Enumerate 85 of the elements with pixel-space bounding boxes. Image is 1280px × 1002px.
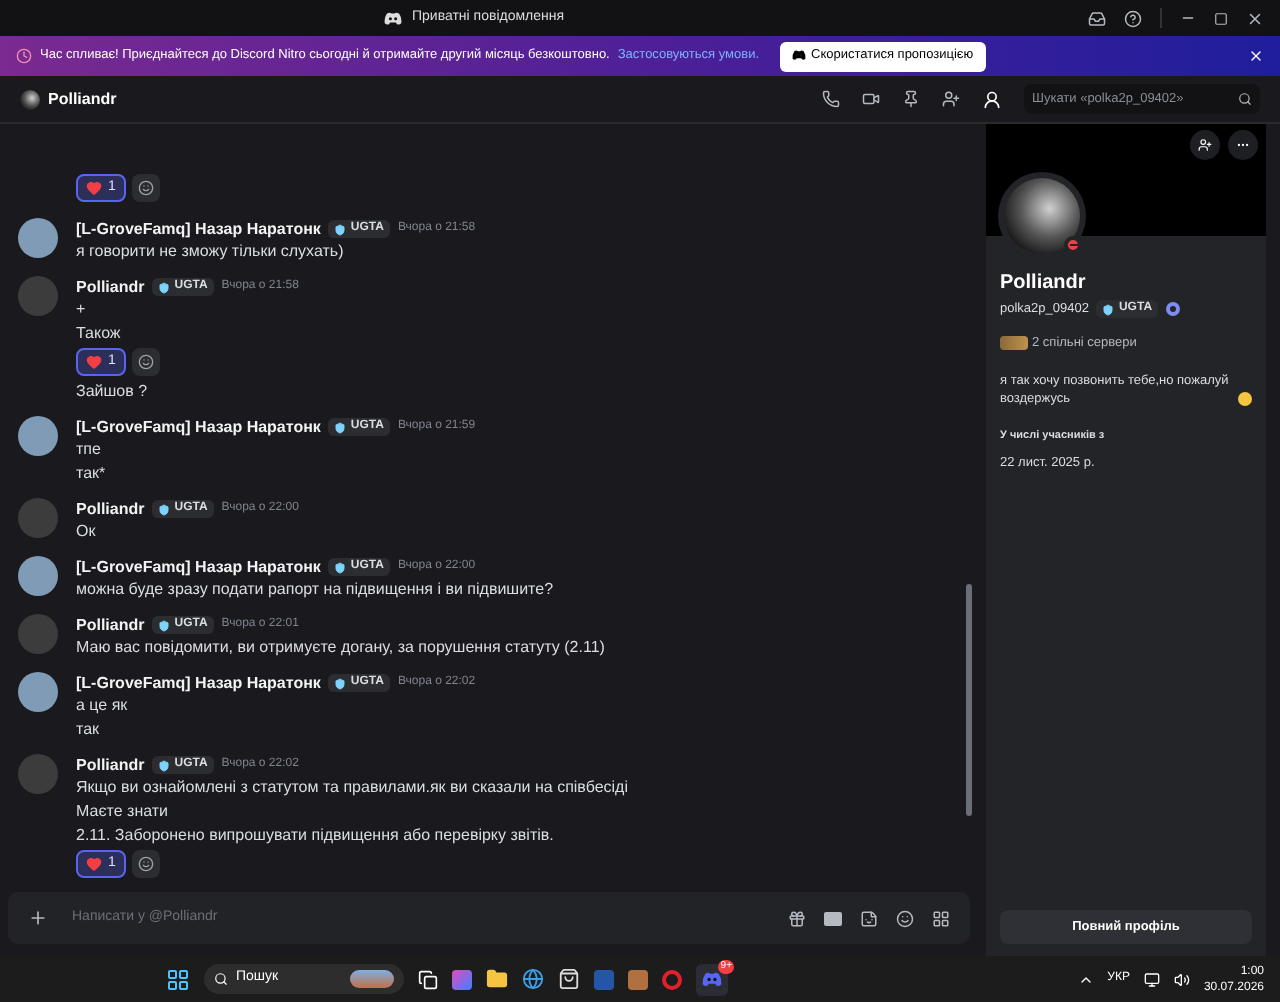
alarm-clock-icon xyxy=(16,48,32,64)
author-name[interactable]: Polliandr xyxy=(76,497,145,521)
landscape-picture xyxy=(350,970,394,988)
emoji-icon xyxy=(1238,391,1252,405)
author-name[interactable]: [L-GroveFamq] Назар Наратонк xyxy=(76,671,321,695)
heart-icon xyxy=(86,354,102,370)
phone-icon[interactable] xyxy=(822,90,840,108)
store-icon[interactable] xyxy=(558,968,580,990)
message-text: Зайшов ? xyxy=(76,380,150,402)
smiley-icon xyxy=(137,856,154,872)
smiley-icon[interactable] xyxy=(896,909,914,927)
add-user-icon xyxy=(1198,138,1212,152)
shield-icon xyxy=(334,561,347,573)
plus-icon[interactable] xyxy=(28,908,48,928)
message-text: а це як xyxy=(76,694,130,716)
message-text: Якщо ви ознайомлені з статутом та правилами.як ви сказали на співбесіді xyxy=(76,776,629,798)
channel-name: Polliandr xyxy=(48,87,117,111)
maximize-icon[interactable] xyxy=(1214,11,1228,25)
smiley-icon xyxy=(137,354,154,370)
app-icon[interactable] xyxy=(452,969,472,989)
author-name[interactable]: [L-GroveFamq] Назар Наратонк xyxy=(76,217,321,241)
message-text: можна буде зразу подати рапорт на підвищення і ви підвишите? xyxy=(76,578,554,600)
speaker-icon[interactable] xyxy=(1173,971,1190,987)
message-text: Також xyxy=(76,322,123,344)
shield-icon xyxy=(158,281,171,293)
controller-logo-icon xyxy=(702,971,722,987)
avatar[interactable] xyxy=(18,416,58,456)
shield-icon xyxy=(1102,303,1115,316)
shield-icon xyxy=(158,619,171,631)
message-text: так xyxy=(76,718,102,740)
shield-icon xyxy=(334,421,347,433)
browser-ring-icon[interactable] xyxy=(662,969,682,989)
start-icon[interactable] xyxy=(166,967,190,991)
sticker-icon[interactable] xyxy=(860,909,878,927)
avatar[interactable] xyxy=(18,218,58,258)
browser-icon[interactable] xyxy=(522,968,544,990)
heart-icon xyxy=(86,856,102,872)
avatar[interactable] xyxy=(20,89,40,109)
author-name[interactable]: Polliandr xyxy=(76,613,145,637)
more-icon xyxy=(1236,138,1250,152)
add-friend-button[interactable] xyxy=(1190,130,1220,160)
heart-icon xyxy=(86,180,102,196)
help-icon[interactable] xyxy=(1124,9,1142,27)
apps-icon[interactable] xyxy=(932,909,950,927)
gift-icon[interactable] xyxy=(788,909,806,927)
add-reaction-button[interactable] xyxy=(131,348,160,376)
add-reaction-button[interactable] xyxy=(131,174,160,202)
profile-name: Polliandr xyxy=(1000,270,1088,298)
profile-icon[interactable] xyxy=(982,89,1002,109)
message-text: я говорити не зможу тільки слухать) xyxy=(76,240,346,262)
avatar[interactable] xyxy=(1004,178,1080,254)
controller-logo-icon xyxy=(384,11,402,26)
avatar[interactable] xyxy=(18,556,58,596)
message-text: так* xyxy=(76,462,108,484)
shield-icon xyxy=(334,677,347,689)
task-view-icon[interactable] xyxy=(418,969,438,989)
author-name[interactable]: [L-GroveFamq] Назар Наратонк xyxy=(76,415,321,439)
shield-icon xyxy=(158,503,171,515)
author-name[interactable]: Polliandr xyxy=(76,753,145,777)
search-icon xyxy=(1238,92,1252,106)
author-name[interactable]: Polliandr xyxy=(76,275,145,299)
monitor-icon[interactable] xyxy=(1143,971,1160,987)
badge-icon[interactable] xyxy=(1166,302,1181,317)
search-icon xyxy=(214,972,228,986)
message-text: + xyxy=(76,298,88,320)
scrollbar-thumb[interactable] xyxy=(966,584,972,816)
message-text: тпе xyxy=(76,438,103,460)
message-text: Ок xyxy=(76,520,98,542)
close-icon[interactable] xyxy=(1246,9,1264,27)
inbox-icon[interactable] xyxy=(1088,9,1106,27)
video-camera-icon[interactable] xyxy=(862,90,880,108)
smiley-icon xyxy=(137,180,154,196)
shield-icon xyxy=(158,759,171,771)
controller-logo-icon xyxy=(791,50,806,62)
message-text: Маю вас повідомити, ви отримуєте догану, за порушення статуту (2.11) xyxy=(76,636,605,658)
add-reaction-button[interactable] xyxy=(131,850,160,878)
server-icons xyxy=(1000,336,1028,351)
message-text: Маєте знати xyxy=(76,800,171,822)
message-text: 2.11. Заборонено випрошувати підвищення або перевірку звітів. xyxy=(76,824,556,846)
author-name[interactable]: [L-GroveFamq] Назар Наратонк xyxy=(76,555,321,579)
folder-icon[interactable] xyxy=(486,968,508,990)
shield-icon xyxy=(334,223,347,235)
add-user-icon[interactable] xyxy=(942,90,960,108)
pin-icon[interactable] xyxy=(902,90,920,108)
avatar[interactable] xyxy=(18,672,58,712)
